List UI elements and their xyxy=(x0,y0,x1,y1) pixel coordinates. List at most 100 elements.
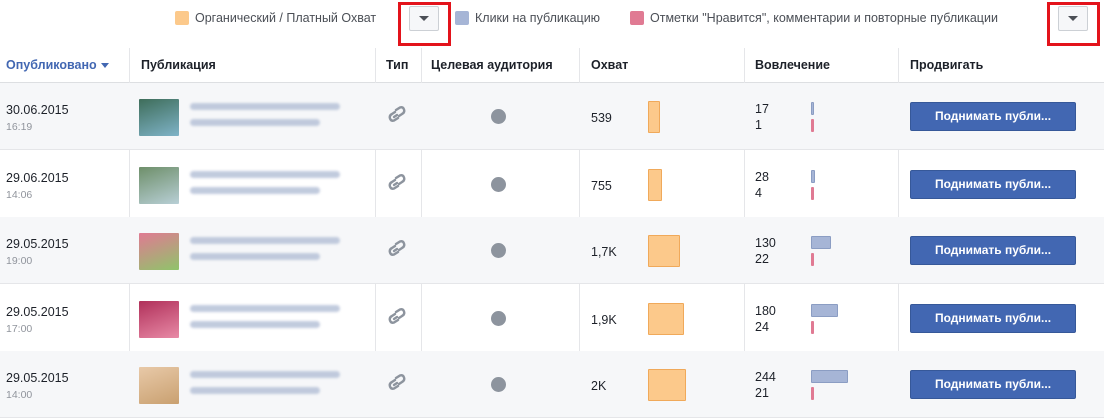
post-time: 14:06 xyxy=(6,189,33,201)
post-text-blurred[interactable] xyxy=(190,237,360,269)
chart-legend: Органический / Платный Охват Клики на пу… xyxy=(0,0,1104,46)
reach-value: 539 xyxy=(591,111,612,125)
boost-post-button[interactable]: Поднимать публи... xyxy=(910,236,1076,265)
clicks-bar xyxy=(811,170,815,183)
table-row: 29.06.2015 14:06 755 28 4 Поднимать публ… xyxy=(0,151,1104,218)
boost-post-button[interactable]: Поднимать публи... xyxy=(910,170,1076,199)
post-date: 29.05.2015 xyxy=(6,305,69,319)
blurred-line xyxy=(190,253,320,260)
reach-bar xyxy=(648,369,686,401)
post-date: 30.06.2015 xyxy=(6,103,69,117)
boost-post-button[interactable]: Поднимать публи... xyxy=(910,102,1076,131)
blurred-line xyxy=(190,237,340,244)
likes-bar xyxy=(811,387,814,400)
post-thumbnail[interactable] xyxy=(139,99,179,136)
highlight-box xyxy=(398,2,451,46)
blurred-line xyxy=(190,321,320,328)
post-thumbnail[interactable] xyxy=(139,167,179,204)
post-time: 16:19 xyxy=(6,121,33,133)
legend-label-reactions: Отметки "Нравится", комментарии и повтор… xyxy=(650,11,998,25)
post-thumbnail[interactable] xyxy=(139,301,179,338)
reach-value: 755 xyxy=(591,179,612,193)
post-date: 29.05.2015 xyxy=(6,237,69,251)
post-date: 29.05.2015 xyxy=(6,371,69,385)
clicks-bar xyxy=(811,370,848,383)
likes-bar xyxy=(811,187,814,200)
legend-swatch-reactions xyxy=(630,11,644,25)
column-header-engagement: Вовлечение xyxy=(755,58,830,72)
legend-swatch-reach xyxy=(175,11,189,25)
post-thumbnail[interactable] xyxy=(139,367,179,404)
likes-bar xyxy=(811,119,814,132)
table-row: 30.06.2015 16:19 539 17 1 Поднимать публ… xyxy=(0,83,1104,150)
engagement-clicks-value: 28 xyxy=(755,170,769,184)
post-time: 14:00 xyxy=(6,389,33,401)
engagement-likes-value: 4 xyxy=(755,186,762,200)
clicks-bar xyxy=(811,304,838,317)
boost-post-button[interactable]: Поднимать публи... xyxy=(910,304,1076,333)
engagement-likes-value: 24 xyxy=(755,320,769,334)
blurred-line xyxy=(190,305,340,312)
column-header-label: Опубликовано xyxy=(6,58,97,72)
legend-label-reach: Органический / Платный Охват xyxy=(195,11,377,25)
legend-item-clicks: Клики на публикацию xyxy=(455,10,600,26)
globe-icon xyxy=(491,377,506,392)
column-header-audience: Целевая аудитория xyxy=(431,58,553,72)
table-row: 29.05.2015 19:00 1,7K 130 22 Поднимать п… xyxy=(0,217,1104,284)
legend-item-reach: Органический / Платный Охват xyxy=(175,10,376,26)
globe-icon xyxy=(491,177,506,192)
globe-icon xyxy=(491,311,506,326)
post-time: 19:00 xyxy=(6,255,33,267)
blurred-line xyxy=(190,387,320,394)
table-row: 29.05.2015 14:00 2K 244 21 Поднимать пуб… xyxy=(0,351,1104,418)
blurred-line xyxy=(190,103,340,110)
reach-bar xyxy=(648,235,680,267)
legend-label-clicks: Клики на публикацию xyxy=(475,11,601,25)
clicks-bar xyxy=(811,102,814,115)
column-header-published[interactable]: Опубликовано xyxy=(6,48,109,82)
column-header-promote: Продвигать xyxy=(910,58,984,72)
post-date: 29.06.2015 xyxy=(6,171,69,185)
reach-value: 1,9K xyxy=(591,313,617,327)
table-row: 29.05.2015 17:00 1,9K 180 24 Поднимать п… xyxy=(0,285,1104,352)
post-time: 17:00 xyxy=(6,323,33,335)
likes-bar xyxy=(811,253,814,266)
column-header-post: Публикация xyxy=(141,58,216,72)
engagement-clicks-value: 17 xyxy=(755,102,769,116)
blurred-line xyxy=(190,187,320,194)
reach-bar xyxy=(648,303,684,335)
post-thumbnail[interactable] xyxy=(139,233,179,270)
highlight-box xyxy=(1047,2,1100,46)
link-icon xyxy=(388,308,406,333)
link-icon xyxy=(388,374,406,399)
blurred-line xyxy=(190,119,320,126)
column-header-type: Тип xyxy=(386,58,409,72)
reach-value: 1,7K xyxy=(591,245,617,259)
globe-icon xyxy=(491,109,506,124)
engagement-clicks-value: 180 xyxy=(755,304,776,318)
blurred-line xyxy=(190,371,340,378)
sort-desc-icon xyxy=(100,63,109,69)
post-text-blurred[interactable] xyxy=(190,371,360,403)
column-header-reach: Охват xyxy=(591,58,629,72)
reach-bar xyxy=(648,169,662,201)
table-header: Опубликовано Публикация Тип Целевая ауди… xyxy=(0,48,1104,83)
engagement-likes-value: 21 xyxy=(755,386,769,400)
clicks-bar xyxy=(811,236,831,249)
engagement-clicks-value: 130 xyxy=(755,236,776,250)
post-text-blurred[interactable] xyxy=(190,305,360,337)
link-icon xyxy=(388,174,406,199)
globe-icon xyxy=(491,243,506,258)
legend-item-reactions: Отметки "Нравится", комментарии и повтор… xyxy=(630,10,998,26)
link-icon xyxy=(388,106,406,131)
engagement-clicks-value: 244 xyxy=(755,370,776,384)
legend-swatch-clicks xyxy=(455,11,469,25)
post-text-blurred[interactable] xyxy=(190,103,360,135)
link-icon xyxy=(388,240,406,265)
likes-bar xyxy=(811,321,814,334)
post-text-blurred[interactable] xyxy=(190,171,360,203)
engagement-likes-value: 22 xyxy=(755,252,769,266)
boost-post-button[interactable]: Поднимать публи... xyxy=(910,370,1076,399)
reach-value: 2K xyxy=(591,379,607,393)
reach-bar xyxy=(648,101,660,133)
